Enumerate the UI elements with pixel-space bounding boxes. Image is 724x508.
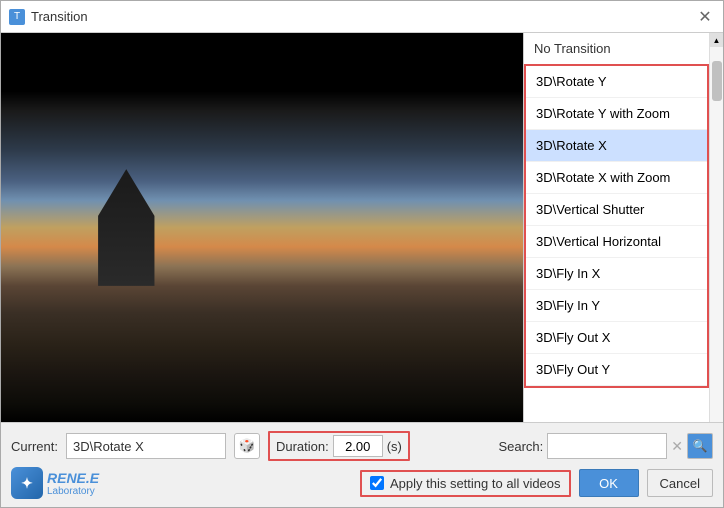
list-item-no-transition[interactable]: No Transition bbox=[524, 33, 709, 64]
list-item-rotate-x-zoom[interactable]: 3D\Rotate X with Zoom bbox=[526, 162, 707, 194]
logo-icon: ✦ bbox=[11, 467, 43, 499]
list-item-fly-in-y[interactable]: 3D\Fly In Y bbox=[526, 290, 707, 322]
dice-icon: 🎲 bbox=[239, 438, 256, 454]
title-bar-left: T Transition bbox=[9, 9, 88, 25]
apply-checkbox[interactable] bbox=[370, 476, 384, 490]
duration-group: Duration: (s) bbox=[268, 431, 410, 461]
bottom-bar: Current: 🎲 Duration: (s) Search: ✕ 🔍 bbox=[1, 422, 723, 507]
logo-text: RENE.E Laboratory bbox=[47, 470, 99, 497]
search-icon: 🔍 bbox=[693, 439, 708, 453]
dialog-icon: T bbox=[9, 9, 25, 25]
list-item-fly-in-x[interactable]: 3D\Fly In X bbox=[526, 258, 707, 290]
list-item-vertical-horizontal[interactable]: 3D\Vertical Horizontal bbox=[526, 226, 707, 258]
list-item-rotate-y-zoom[interactable]: 3D\Rotate Y with Zoom bbox=[526, 98, 707, 130]
dialog-title: Transition bbox=[31, 9, 88, 24]
scroll-up[interactable]: ▲ bbox=[710, 33, 724, 47]
apply-checkbox-group: Apply this setting to all videos bbox=[360, 470, 571, 497]
current-input[interactable] bbox=[66, 433, 226, 459]
list-item-rotate-y[interactable]: 3D\Rotate Y bbox=[526, 66, 707, 98]
random-button[interactable]: 🎲 bbox=[234, 433, 260, 459]
seconds-label: (s) bbox=[387, 439, 402, 454]
title-bar: T Transition ✕ bbox=[1, 1, 723, 33]
content-area: No Transition 3D\Rotate Y 3D\Rotate Y wi… bbox=[1, 33, 723, 422]
list-group: 3D\Rotate Y 3D\Rotate Y with Zoom 3D\Rot… bbox=[524, 64, 709, 388]
transition-dialog: T Transition ✕ No Transition 3D\Rotate Y bbox=[0, 0, 724, 508]
scroll-thumb[interactable] bbox=[712, 61, 722, 101]
list-panel: No Transition 3D\Rotate Y 3D\Rotate Y wi… bbox=[523, 33, 723, 422]
list-item-vertical-shutter[interactable]: 3D\Vertical Shutter bbox=[526, 194, 707, 226]
list-with-scroll: No Transition 3D\Rotate Y 3D\Rotate Y wi… bbox=[524, 33, 723, 422]
list-item-fly-out-x[interactable]: 3D\Fly Out X bbox=[526, 322, 707, 354]
controls-row: Current: 🎲 Duration: (s) Search: ✕ 🔍 bbox=[11, 431, 713, 461]
cancel-button[interactable]: Cancel bbox=[647, 469, 713, 497]
close-button[interactable]: ✕ bbox=[695, 7, 715, 27]
scrollbar[interactable]: ▲ bbox=[709, 33, 723, 422]
list-item-rotate-x[interactable]: 3D\Rotate X bbox=[526, 130, 707, 162]
search-label: Search: bbox=[498, 439, 543, 454]
list-item-fly-out-y[interactable]: 3D\Fly Out Y bbox=[526, 354, 707, 386]
logo-area: ✦ RENE.E Laboratory bbox=[11, 467, 99, 499]
duration-input[interactable] bbox=[333, 435, 383, 457]
transition-list[interactable]: No Transition 3D\Rotate Y 3D\Rotate Y wi… bbox=[524, 33, 709, 422]
current-label: Current: bbox=[11, 439, 58, 454]
preview-panel bbox=[1, 33, 523, 422]
logo-sub: Laboratory bbox=[47, 486, 99, 497]
search-input[interactable] bbox=[547, 433, 667, 459]
duration-label: Duration: bbox=[276, 439, 329, 454]
apply-label: Apply this setting to all videos bbox=[390, 476, 561, 491]
action-row: ✦ RENE.E Laboratory Apply this setting t… bbox=[11, 467, 713, 499]
search-button[interactable]: 🔍 bbox=[687, 433, 713, 459]
search-clear-icon[interactable]: ✕ bbox=[671, 438, 683, 455]
logo-name: RENE.E bbox=[47, 470, 99, 486]
ok-button[interactable]: OK bbox=[579, 469, 639, 497]
search-group: Search: ✕ 🔍 bbox=[498, 433, 713, 459]
preview-image bbox=[1, 33, 523, 422]
